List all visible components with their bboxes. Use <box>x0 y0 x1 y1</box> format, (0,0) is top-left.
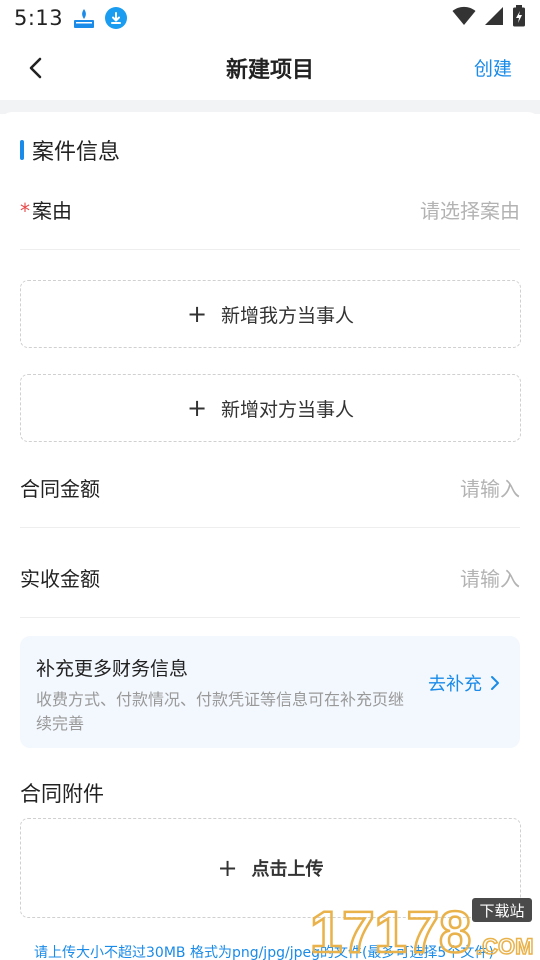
back-button[interactable] <box>22 54 50 82</box>
finance-title: 补充更多财务信息 <box>36 658 189 680</box>
add-our-party-label: 新增我方当事人 <box>221 304 355 327</box>
contract-amount-label: 合同金额 <box>20 477 100 501</box>
status-notifications <box>73 7 128 29</box>
signal-icon <box>484 6 504 30</box>
required-mark: * <box>20 199 30 223</box>
chevron-right-icon <box>491 676 499 690</box>
add-our-party-button[interactable]: + 新增我方当事人 <box>20 280 521 348</box>
watermark-logo: 17178 下载站 .COM <box>309 898 534 960</box>
attachments-title: 合同附件 <box>20 782 104 806</box>
go-supplement-link[interactable]: 去补充 <box>428 670 500 696</box>
section-accent-bar <box>20 140 24 160</box>
case-reason-row[interactable]: * 案由 请选择案由 <box>20 170 520 250</box>
contract-amount-input[interactable]: 请输入 <box>460 473 520 502</box>
add-other-party-label: 新增对方当事人 <box>221 398 355 421</box>
contract-amount-row: 合同金额 请输入 <box>20 448 520 528</box>
finance-info-box: 补充更多财务信息 收费方式、付款情况、付款凭证等信息可在补充页继续完善 去补充 <box>20 636 520 748</box>
site-watermark: 17178 下载站 .COM <box>306 896 536 960</box>
plus-icon: + <box>186 300 208 328</box>
wifi-icon <box>452 6 476 30</box>
upload-label: 点击上传 <box>251 859 324 880</box>
watermark-number: 17178 <box>310 900 471 960</box>
case-reason-label: * 案由 <box>20 195 72 224</box>
watermark-badge: 下载站 <box>479 902 524 920</box>
case-reason-select[interactable]: 请选择案由 <box>420 195 520 224</box>
received-amount-input[interactable]: 请输入 <box>460 563 520 592</box>
nav-bar: 新建项目 创建 <box>0 36 540 100</box>
watermark-suffix: .COM <box>476 934 533 959</box>
plus-icon: + <box>217 854 238 882</box>
chevron-left-icon <box>29 57 42 79</box>
page-title: 新建项目 <box>225 58 314 83</box>
battery-charging-icon <box>512 5 526 31</box>
received-amount-row: 实收金额 请输入 <box>20 538 520 618</box>
status-bar: 5:13 <box>0 0 540 36</box>
app-notification-icon <box>73 7 95 29</box>
status-system-icons <box>452 5 526 31</box>
status-time: 5:13 <box>14 6 64 30</box>
received-amount-label: 实收金额 <box>20 567 100 591</box>
case-reason-label-text: 案由 <box>32 199 72 223</box>
go-supplement-label: 去补充 <box>428 674 482 695</box>
download-icon <box>105 7 128 29</box>
create-button[interactable]: 创建 <box>474 54 512 81</box>
finance-description: 收费方式、付款情况、付款凭证等信息可在补充页继续完善 <box>36 690 405 733</box>
section-header: 案件信息 <box>20 134 120 166</box>
plus-icon: + <box>186 394 208 422</box>
form-card: 案件信息 * 案由 请选择案由 + 新增我方当事人 + 新增对方当事人 合同金额 … <box>0 112 540 960</box>
add-other-party-button[interactable]: + 新增对方当事人 <box>20 374 521 442</box>
section-title: 案件信息 <box>32 140 121 165</box>
